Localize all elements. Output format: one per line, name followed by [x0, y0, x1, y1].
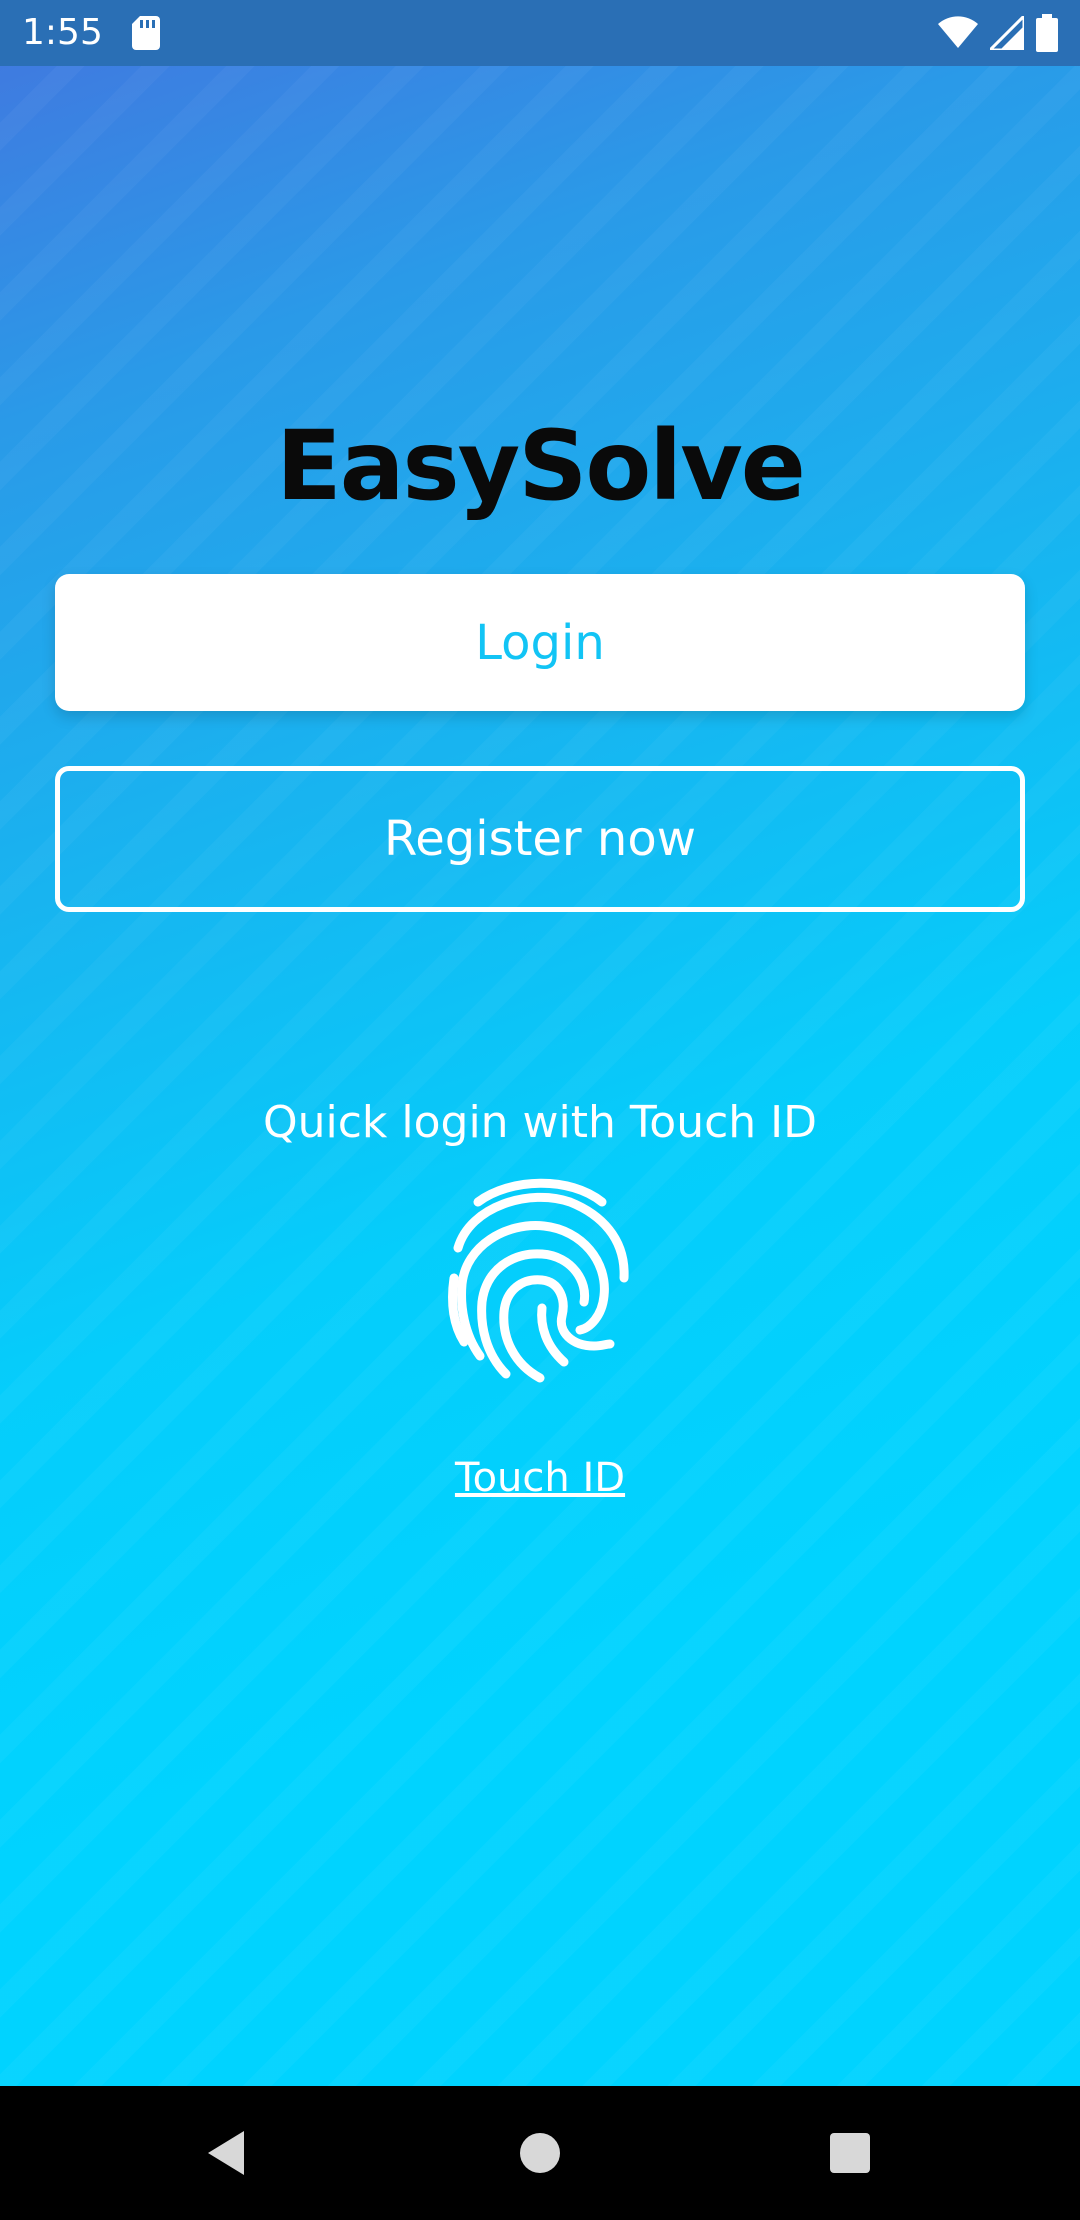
- back-button[interactable]: [146, 2086, 306, 2220]
- battery-icon: [1036, 14, 1058, 52]
- status-icons: [938, 14, 1058, 52]
- recents-icon: [830, 2133, 870, 2173]
- home-button[interactable]: [460, 2086, 620, 2220]
- status-bar: 1:55: [0, 0, 1080, 66]
- back-icon: [208, 2131, 244, 2175]
- navigation-bar: [0, 2086, 1080, 2220]
- recents-button[interactable]: [770, 2086, 930, 2220]
- fingerprint-icon[interactable]: [440, 1166, 640, 1386]
- register-button[interactable]: Register now: [55, 766, 1025, 912]
- app-background: [0, 66, 1080, 2086]
- touch-id-link[interactable]: Touch ID: [0, 1455, 1080, 1501]
- quick-login-text: Quick login with Touch ID: [262, 1097, 818, 1148]
- phone-screen: 1:55 EasySolve Login Register now Quick …: [0, 0, 1080, 2220]
- login-button[interactable]: Login: [55, 574, 1025, 711]
- app-title: EasySolve: [276, 410, 806, 522]
- status-time: 1:55: [22, 12, 103, 53]
- wifi-icon: [938, 16, 978, 48]
- home-icon: [520, 2133, 560, 2173]
- signal-icon: [990, 16, 1024, 50]
- sd-card-icon: [132, 16, 160, 50]
